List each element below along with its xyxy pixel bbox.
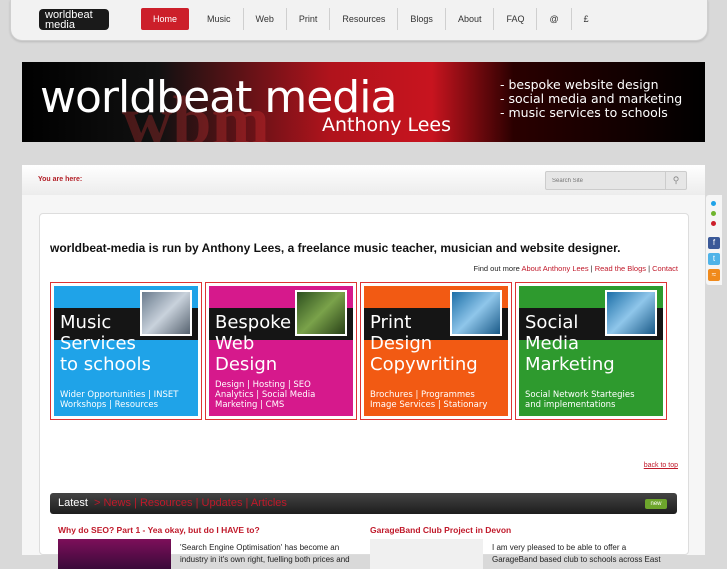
link-about[interactable]: About Anthony Lees xyxy=(521,264,588,273)
tile-title: Print Design Copywriting xyxy=(370,312,478,375)
social-sidebar: f t ≈ xyxy=(706,195,722,285)
tile-title: Social Media Marketing xyxy=(525,312,615,375)
dot-green[interactable] xyxy=(711,211,716,216)
nav-faq[interactable]: FAQ xyxy=(494,8,538,30)
main-nav: Home Music Web Print Resources Blogs Abo… xyxy=(141,8,601,30)
nav-resources[interactable]: Resources xyxy=(330,8,399,30)
nav-pricing[interactable]: £ xyxy=(572,8,601,30)
banner-service-3: - music services to schools xyxy=(500,105,668,120)
tile-music[interactable]: Music Services to schools Wider Opportunit… xyxy=(50,282,202,420)
latest-bar: Latest > News | Resources | Updates | Ar… xyxy=(50,493,677,514)
twitter-icon[interactable]: t xyxy=(708,253,720,265)
post-excerpt: I am very pleased to be able to offer a … xyxy=(492,543,661,564)
latest-links[interactable]: > News | Resources | Updates | Articles xyxy=(94,497,287,509)
banner-service-2: - social media and marketing xyxy=(500,91,683,106)
tile-desc: Social Network Startegies and implementat… xyxy=(525,390,635,410)
tile-thumbnail xyxy=(295,290,347,336)
service-tiles: Music Services to schools Wider Opportunit… xyxy=(50,282,667,420)
nav-music[interactable]: Music xyxy=(195,8,244,30)
tile-title: Bespoke Web Design xyxy=(215,312,292,375)
tile-print-bg: Print Design Copywriting Brochures | Progr… xyxy=(364,286,508,416)
find-out-more: Find out more About Anthony Lees | Read … xyxy=(473,264,679,273)
tile-print[interactable]: Print Design Copywriting Brochures | Progr… xyxy=(360,282,512,420)
nav-about[interactable]: About xyxy=(446,8,495,30)
nav-print[interactable]: Print xyxy=(287,8,331,30)
tile-title: Music Services to schools xyxy=(60,312,151,375)
breadcrumb: You are here: xyxy=(38,176,83,183)
content-panel: worldbeat-media is run by Anthony Lees, … xyxy=(39,213,689,569)
main-content: worldbeat-media is run by Anthony Lees, … xyxy=(22,195,705,569)
nav-web[interactable]: Web xyxy=(244,8,287,30)
banner-services: - bespoke website design - social media … xyxy=(500,78,682,120)
post-excerpt: 'Search Engine Optimisation' has become … xyxy=(180,543,350,564)
header-banner[interactable]: wbm worldbeat media Anthony Lees - bespo… xyxy=(22,62,705,142)
nav-blogs[interactable]: Blogs xyxy=(398,8,446,30)
post-thumbnail[interactable] xyxy=(370,539,483,569)
nav-contact[interactable]: @ xyxy=(537,8,572,30)
post-title[interactable]: Why do SEO? Part 1 - Yea okay, but do I … xyxy=(58,525,260,535)
link-contact[interactable]: Contact xyxy=(652,264,678,273)
nav-home[interactable]: Home xyxy=(141,8,190,30)
link-blogs[interactable]: Read the Blogs xyxy=(595,264,646,273)
post-thumbnail[interactable] xyxy=(58,539,171,569)
rss-icon[interactable]: ≈ xyxy=(708,269,720,281)
tile-social[interactable]: Social Media Marketing Social Network Star… xyxy=(515,282,667,420)
site-logo[interactable]: worldbeat media xyxy=(39,9,109,31)
search-box: ⚲ xyxy=(545,171,687,190)
tile-desc: Brochures | Programmes Image Services | S… xyxy=(370,390,488,410)
top-navigation-bar: worldbeat media Home Music Web Print Res… xyxy=(10,0,708,41)
tile-web-bg: Bespoke Web Design Design | Hosting | SEO A… xyxy=(209,286,353,416)
search-input[interactable] xyxy=(546,172,672,189)
back-to-top-link[interactable]: back to top xyxy=(644,462,678,469)
tile-desc: Design | Hosting | SEO Analytics | Social… xyxy=(215,380,316,410)
find-out-more-label: Find out more xyxy=(473,264,520,273)
dot-red[interactable] xyxy=(711,221,716,226)
latest-label: Latest xyxy=(58,497,88,509)
tile-web[interactable]: Bespoke Web Design Design | Hosting | SEO A… xyxy=(205,282,357,420)
new-badge: new xyxy=(645,499,667,509)
search-icon[interactable]: ⚲ xyxy=(665,172,686,189)
dot-blue[interactable] xyxy=(711,201,716,206)
facebook-icon[interactable]: f xyxy=(708,237,720,249)
logo-line2: media xyxy=(45,19,75,31)
tile-music-bg: Music Services to schools Wider Opportunit… xyxy=(54,286,198,416)
tile-desc: Wider Opportunities | INSET Workshops | R… xyxy=(60,390,179,410)
banner-service-1: - bespoke website design xyxy=(500,77,659,92)
tile-social-bg: Social Media Marketing Social Network Star… xyxy=(519,286,663,416)
breadcrumb-bar: You are here: ⚲ xyxy=(22,165,705,196)
banner-subtitle: Anthony Lees xyxy=(322,114,452,136)
intro-text: worldbeat-media is run by Anthony Lees, … xyxy=(50,241,621,255)
post-title[interactable]: GarageBand Club Project in Devon xyxy=(370,525,511,535)
